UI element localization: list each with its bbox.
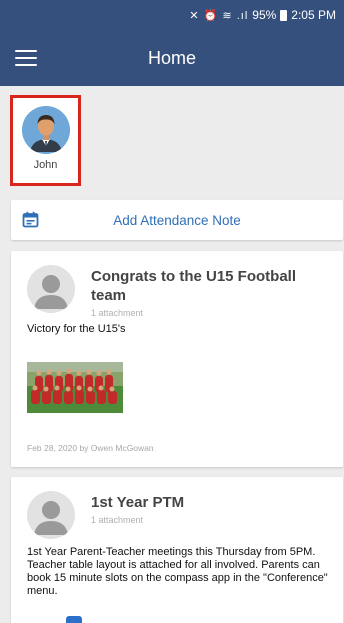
post-title: 1st Year PTM <box>91 494 185 511</box>
post-meta: Feb 28, 2020 by Owen McGowan <box>27 443 154 453</box>
add-attendance-note-label: Add Attendance Note <box>113 212 241 228</box>
author-avatar-placeholder <box>27 491 75 539</box>
battery-level: 95% <box>252 8 277 22</box>
battery-icon <box>280 9 288 21</box>
author-avatar-placeholder <box>27 265 75 313</box>
clock-time: 2:05 PM <box>291 8 336 22</box>
hamburger-menu-icon[interactable] <box>14 47 38 69</box>
app-bar: Home <box>0 30 344 86</box>
floating-action-button[interactable] <box>66 616 82 623</box>
news-post-card[interactable]: Congrats to the U15 Football team 1 atta… <box>11 251 343 467</box>
status-bar: ✕ ⏰ ≋ .ıl 95% 2:05 PM <box>0 0 344 30</box>
post-title: Congrats to the U15 Football team <box>91 268 297 304</box>
add-attendance-note-button[interactable]: Add Attendance Note <box>11 200 343 240</box>
news-post-card[interactable]: 1st Year PTM 1 attachment 1st Year Paren… <box>11 477 343 623</box>
page-title: Home <box>147 48 196 68</box>
attachment-count[interactable]: 1 attachment <box>91 308 143 318</box>
attachment-count[interactable]: 1 attachment <box>91 515 143 525</box>
student-avatar <box>21 106 70 154</box>
student-name: John <box>33 159 58 171</box>
calendar-icon <box>22 211 39 228</box>
post-body: 1st Year Parent-Teacher meetings this Th… <box>27 546 328 597</box>
status-icons: ✕ ⏰ ≋ .ıl <box>189 9 249 22</box>
student-selector-john[interactable]: John <box>10 95 81 186</box>
post-body: Victory for the U15's <box>27 323 126 335</box>
team-photo-image[interactable] <box>27 362 123 413</box>
